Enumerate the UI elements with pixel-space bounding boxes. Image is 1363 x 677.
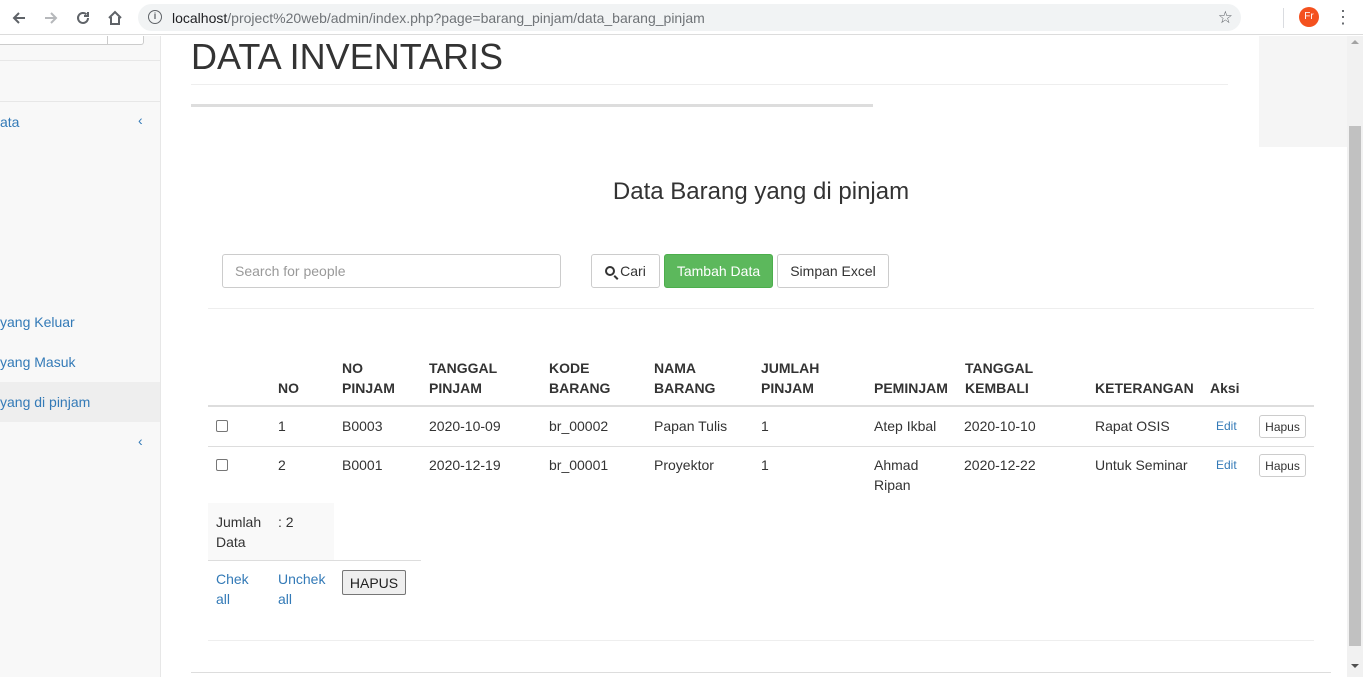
profile-avatar[interactable]: Fr (1299, 7, 1319, 27)
header-tanggal-pinjam: TANGGAL PINJAM (429, 360, 498, 396)
toolbar-divider (1283, 8, 1284, 28)
cari-button[interactable]: Cari (591, 254, 660, 288)
scroll-up-icon[interactable] (1351, 40, 1359, 44)
search-input[interactable] (222, 254, 561, 288)
check-all-link[interactable]: Chek all (216, 569, 249, 609)
chevron-left-icon[interactable]: ‹ (138, 433, 143, 449)
hapus-button[interactable]: Hapus (1259, 454, 1306, 477)
sidebar-item-barang-masuk[interactable]: yang Masuk (0, 354, 75, 370)
bookmark-star-icon[interactable]: ☆ (1218, 8, 1233, 28)
chevron-left-icon[interactable]: ‹ (138, 112, 143, 128)
cell-no-pinjam: B0003 (342, 418, 383, 434)
cell-no: 1 (278, 418, 286, 434)
right-panel-background (1259, 36, 1347, 147)
panel-bottom-border (191, 672, 1331, 673)
jumlah-data-label: Jumlah Data (216, 514, 262, 550)
page-title: DATA INVENTARIS (191, 36, 504, 77)
cell-tanggal-pinjam: 2020-12-19 (429, 457, 501, 473)
header-no: NO (278, 380, 299, 396)
reload-icon[interactable] (71, 6, 95, 30)
back-icon[interactable] (7, 6, 31, 30)
url-text: localhost/project%20web/admin/index.php?… (172, 10, 705, 26)
cell-nama-barang: Papan Tulis (654, 418, 728, 434)
header-keterangan: KETERANGAN (1095, 380, 1194, 396)
cell-kode-barang: br_00001 (549, 457, 609, 473)
panel-footer-divider (208, 640, 1314, 641)
info-icon[interactable]: i (148, 10, 162, 24)
table-header-divider (208, 405, 1314, 407)
sidebar-item-data[interactable]: ata (0, 114, 19, 130)
sidebar-item-barang-pinjam[interactable]: yang di pinjam (0, 394, 90, 410)
summary-divider (208, 560, 421, 561)
edit-link[interactable]: Edit (1216, 419, 1237, 433)
sidebar: ata ‹ yang Keluar yang Masuk yang di pin… (0, 36, 161, 677)
cell-tanggal-kembali: 2020-10-10 (964, 418, 1036, 434)
cell-keterangan: Untuk Seminar (1095, 457, 1188, 473)
sidebar-item-barang-keluar[interactable]: yang Keluar (0, 314, 75, 330)
edit-link[interactable]: Edit (1216, 458, 1237, 472)
row-checkbox[interactable] (216, 459, 228, 471)
header-nama-barang: NAMA BARANG (654, 360, 716, 396)
search-icon (605, 266, 616, 276)
address-bar[interactable]: i localhost/project%20web/admin/index.ph… (138, 4, 1241, 31)
toolbar-divider (208, 308, 1314, 309)
cell-peminjam: Ahmad Ripan (874, 457, 919, 493)
header-jumlah-pinjam: JUMLAH PINJAM (761, 360, 820, 396)
jumlah-data-value: : 2 (278, 514, 294, 530)
cell-no-pinjam: B0001 (342, 457, 383, 473)
scroll-down-icon[interactable] (1351, 664, 1359, 668)
browser-toolbar: i localhost/project%20web/admin/index.ph… (0, 0, 1363, 35)
cell-jumlah: 1 (761, 418, 769, 434)
sidebar-search-input[interactable] (0, 36, 108, 45)
header-tanggal-kembali: TANGGAL KEMBALI (965, 360, 1034, 396)
hapus-selected-button[interactable]: HAPUS (342, 570, 406, 595)
simpan-excel-button[interactable]: Simpan Excel (777, 254, 889, 288)
cell-tanggal-kembali: 2020-12-22 (964, 457, 1036, 473)
row-checkbox[interactable] (216, 420, 228, 432)
cell-no: 2 (278, 457, 286, 473)
cell-keterangan: Rapat OSIS (1095, 418, 1170, 434)
forward-icon[interactable] (39, 6, 63, 30)
header-no-pinjam: NO PINJAM (342, 360, 395, 396)
tambah-data-button[interactable]: Tambah Data (664, 254, 773, 288)
cell-tanggal-pinjam: 2020-10-09 (429, 418, 501, 434)
home-icon[interactable] (103, 6, 127, 30)
header-kode-barang: KODE BARANG (549, 360, 611, 396)
scrollbar-thumb[interactable] (1349, 126, 1361, 646)
panel-title: Data Barang yang di pinjam (612, 178, 910, 205)
header-aksi: Aksi (1210, 380, 1240, 396)
uncheck-all-link[interactable]: Unchek all (278, 569, 325, 609)
title-divider (191, 84, 1228, 85)
cell-peminjam: Atep Ikbal (874, 418, 937, 434)
cell-kode-barang: br_00002 (549, 418, 609, 434)
cell-nama-barang: Proyektor (654, 457, 714, 473)
sidebar-search-button[interactable] (107, 36, 144, 45)
table-row-divider (208, 446, 1314, 447)
sidebar-divider (0, 60, 160, 61)
sidebar-divider (0, 101, 160, 102)
more-menu-icon[interactable]: ⋮ (1334, 7, 1352, 27)
hapus-button[interactable]: Hapus (1259, 415, 1306, 438)
header-peminjam: PEMINJAM (874, 380, 948, 396)
cell-jumlah: 1 (761, 457, 769, 473)
header-divider (191, 104, 873, 107)
